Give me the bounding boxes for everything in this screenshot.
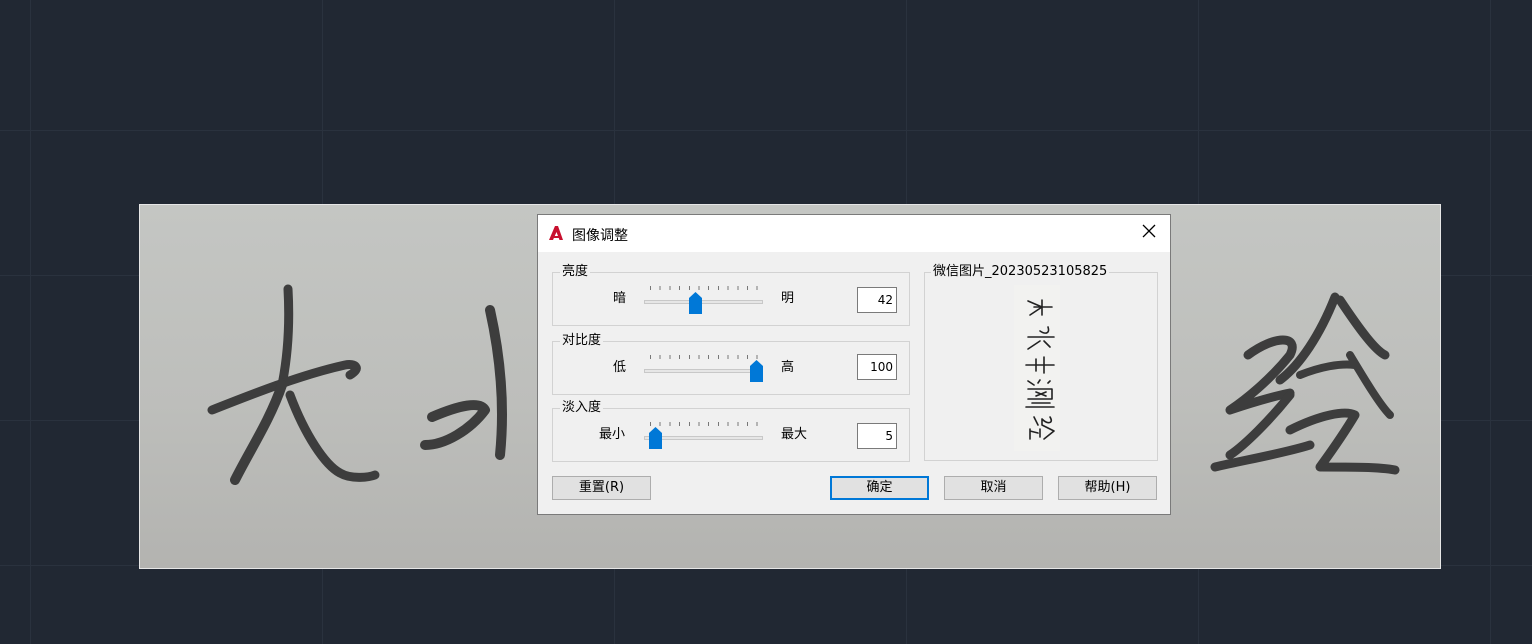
fade-group-label: 淡入度	[560, 400, 604, 416]
fade-group: 淡入度 最小 最大 5	[552, 400, 910, 462]
preview-image	[1014, 285, 1060, 451]
autocad-logo-icon	[547, 224, 565, 242]
brightness-min-label: 暗	[613, 291, 627, 306]
preview-group: 微信图片_20230523105825	[924, 264, 1158, 461]
help-button[interactable]: 帮助(H)	[1058, 476, 1157, 500]
brightness-group-label: 亮度	[560, 264, 591, 280]
dialog-titlebar[interactable]: 图像调整	[538, 215, 1170, 252]
contrast-group-label: 对比度	[560, 333, 604, 349]
contrast-slider-thumb[interactable]	[750, 360, 763, 382]
fade-slider-thumb[interactable]	[649, 427, 663, 449]
preview-image-name: 微信图片_20230523105825	[931, 264, 1110, 280]
close-icon	[1142, 224, 1156, 242]
contrast-min-label: 低	[613, 360, 627, 375]
fade-max-label: 最大	[781, 427, 808, 442]
contrast-max-label: 高	[781, 360, 795, 375]
fade-value-field[interactable]: 5	[857, 423, 897, 449]
contrast-slider-track[interactable]	[644, 369, 763, 373]
contrast-value-field[interactable]: 100	[857, 354, 897, 380]
cancel-button[interactable]: 取消	[944, 476, 1043, 500]
preview-image-artwork	[1025, 299, 1055, 440]
brightness-slider-track[interactable]	[644, 300, 763, 304]
brightness-slider-thumb[interactable]	[688, 292, 702, 314]
brightness-ticks	[650, 286, 758, 290]
dialog-title: 图像调整	[572, 228, 628, 244]
reset-button[interactable]: 重置(R)	[552, 476, 651, 500]
close-button[interactable]	[1136, 221, 1162, 245]
fade-min-label: 最小	[599, 427, 626, 442]
brightness-max-label: 明	[781, 291, 795, 306]
contrast-group: 对比度 低 高 100	[552, 333, 910, 395]
brightness-group: 亮度 暗 明 42	[552, 264, 910, 326]
ok-button[interactable]: 确定	[830, 476, 929, 500]
contrast-ticks	[650, 355, 758, 359]
fade-ticks	[650, 422, 758, 426]
image-adjust-dialog: 图像调整 亮度 暗 明 42 对比度 低 高 100 淡入度 最小 最大 5 微…	[537, 214, 1171, 515]
brightness-value-field[interactable]: 42	[857, 287, 897, 313]
